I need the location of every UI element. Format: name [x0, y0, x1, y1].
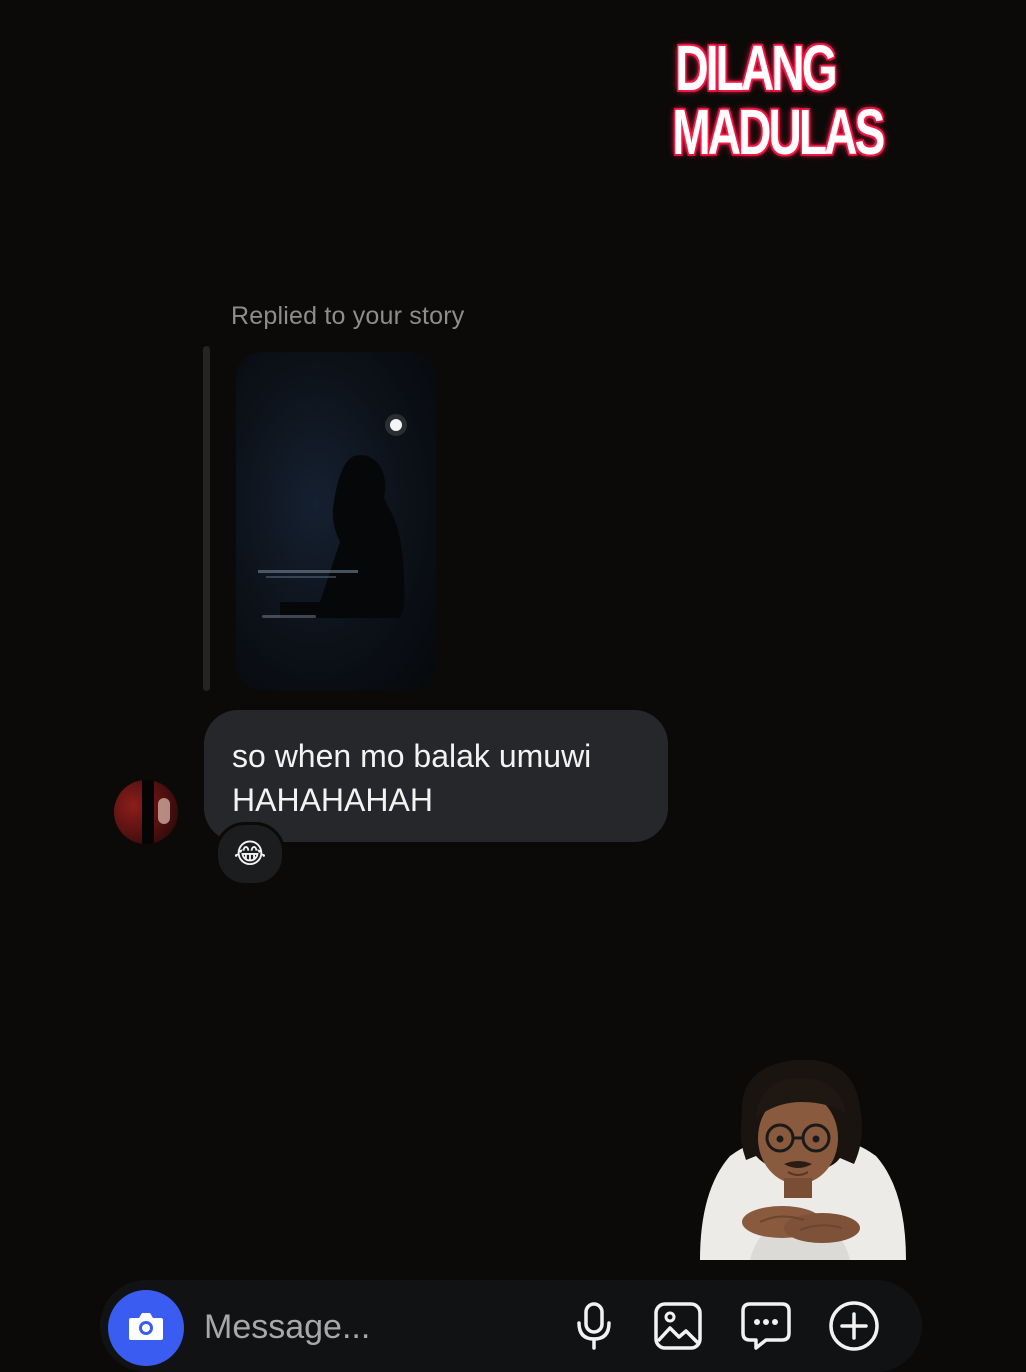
chat-bubble-icon: [740, 1301, 792, 1351]
message-input[interactable]: [204, 1302, 544, 1352]
story-thumbnail[interactable]: [236, 352, 436, 690]
laughing-emoji-icon: 😂: [233, 838, 267, 869]
sender-avatar[interactable]: [114, 780, 178, 844]
microphone-icon: [574, 1301, 614, 1351]
camera-button[interactable]: [108, 1290, 184, 1366]
microphone-button[interactable]: [566, 1298, 622, 1354]
reply-label: Replied to your story: [231, 302, 465, 330]
logo-line-1: DILANG: [675, 32, 837, 104]
reaction-badge[interactable]: 😂: [215, 822, 285, 886]
memoji-sticker: [690, 1056, 912, 1262]
message-text-line-1: so when mo balak umuwi: [232, 738, 592, 774]
reply-indicator-bar: [203, 346, 210, 691]
message-text-line-2: HAHAHAHAH: [232, 782, 433, 818]
add-button[interactable]: [826, 1298, 882, 1354]
chat-options-button[interactable]: [738, 1298, 794, 1354]
logo-line-2: MADULAS: [672, 96, 885, 168]
logo-overlay: DILANG MADULAS: [672, 32, 885, 168]
camera-icon: [127, 1310, 165, 1347]
message-bubble[interactable]: so when mo balak umuwi HAHAHAHAH: [204, 710, 668, 842]
add-circle-icon: [827, 1299, 881, 1353]
gallery-button[interactable]: [650, 1298, 706, 1354]
gallery-icon: [653, 1301, 703, 1351]
